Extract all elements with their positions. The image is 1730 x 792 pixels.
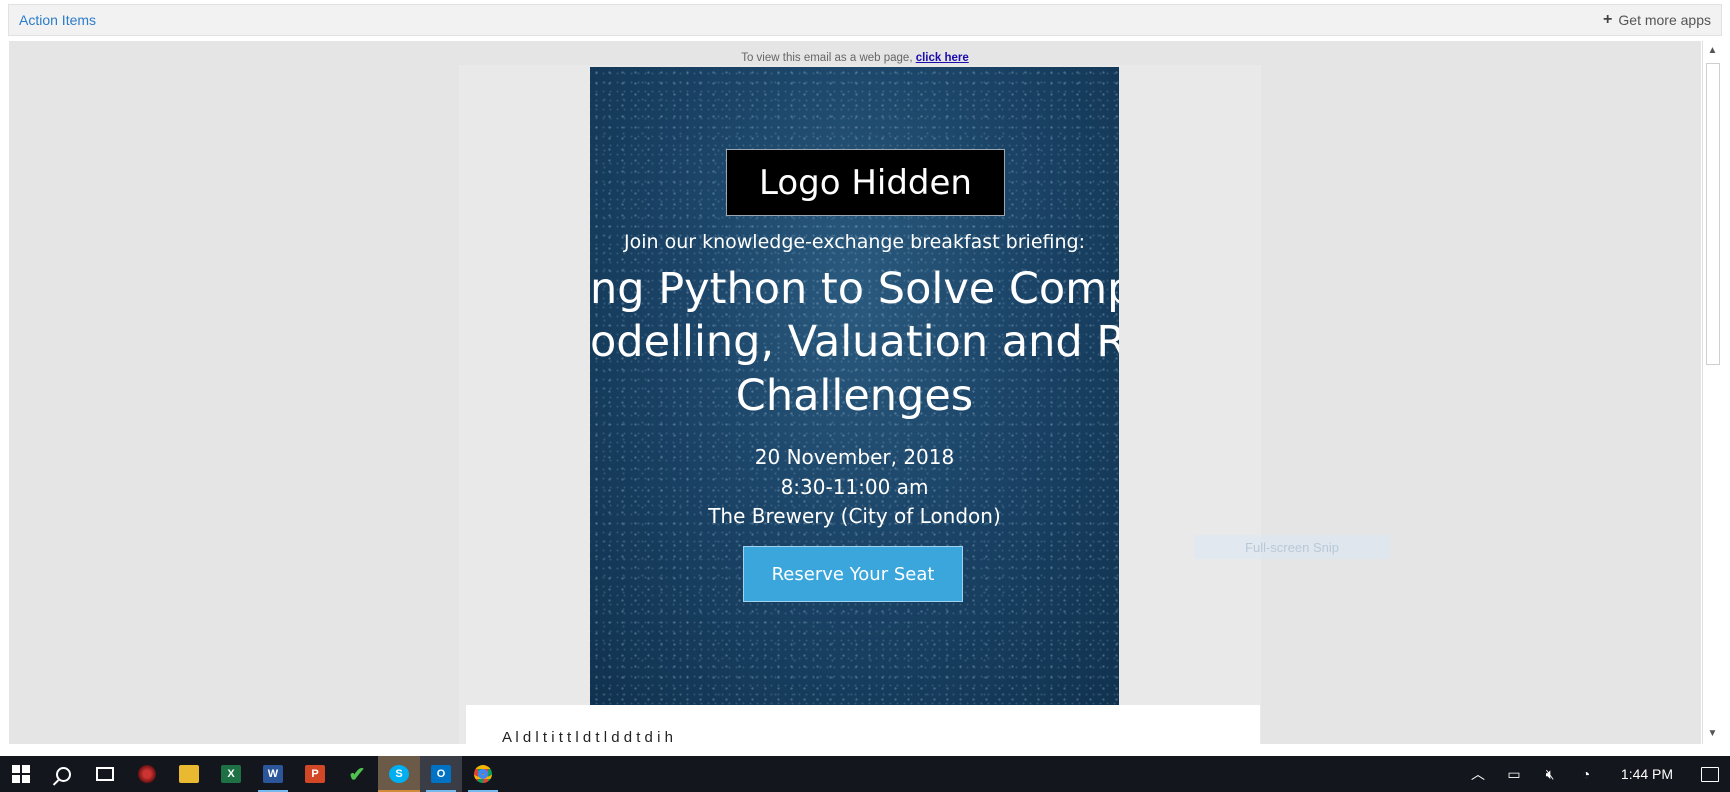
event-date: 20 November, 2018 [754,445,955,469]
taskbar-excel[interactable]: X [210,756,252,792]
email-body: A l d l t i t t l d t l d d t d i h [466,705,1260,744]
task-view-button[interactable] [84,756,126,792]
word-icon: W [263,765,283,783]
hero-banner: Logo Hidden Join our knowledge-exchange … [590,67,1119,707]
outlook-icon: O [431,765,451,783]
page-title[interactable]: Action Items [19,12,96,28]
checkmark-icon: ✔ [348,763,366,786]
show-hidden-icons-chevron-icon[interactable]: ︿ [1460,764,1496,784]
notification-icon [1701,766,1719,782]
taskbar-word[interactable]: W [252,756,294,792]
folder-icon [179,765,199,783]
headline-line-1: ng Python to Solve Comp [590,264,1119,314]
scroll-up-arrow-icon[interactable]: ▲ [1703,43,1722,59]
taskbar-outlook[interactable]: O [420,756,462,792]
search-icon [55,766,71,782]
taskbar-tasks[interactable]: ✔ [336,756,378,792]
event-time: 8:30-11:00 am [780,475,929,499]
headline-line-2: odelling, Valuation and Ri [590,317,1119,367]
webview-text: To view this email as a web page, [741,52,913,64]
logo-placeholder: Logo Hidden [726,149,1005,216]
snip-tooltip: Full-screen Snip [1194,535,1390,559]
app-header: Action Items + Get more apps [8,4,1722,36]
windows-taskbar: X W P ✔ S O ︿ ▭ 🔇︎ ◔ 1:44 PM [0,756,1730,792]
system-tray: ︿ ▭ 🔇︎ ◔ 1:44 PM [1460,756,1730,792]
taskbar-app-red[interactable] [126,756,168,792]
email-reading-pane: To view this email as a web page, click … [9,41,1701,744]
skype-icon: S [389,765,409,783]
event-intro: Join our knowledge-exchange breakfast br… [623,231,1085,253]
excel-icon: X [221,765,241,783]
event-venue: The Brewery (City of London) [708,504,1001,528]
scroll-down-arrow-icon[interactable]: ▼ [1703,726,1722,742]
taskbar-file-explorer[interactable] [168,756,210,792]
chrome-icon [474,765,492,783]
action-center-button[interactable] [1690,756,1730,792]
powerpoint-icon: P [305,765,325,783]
battery-icon[interactable]: ▭ [1496,766,1532,783]
taskbar-clock[interactable]: 1:44 PM [1604,766,1690,782]
headline-line-3: Challenges [735,371,974,421]
search-button[interactable] [42,756,84,792]
body-text-cut: A l d l t i t t l d t l d d t d i h [502,729,673,743]
plus-icon: + [1603,11,1613,28]
taskbar-skype[interactable]: S [378,756,420,792]
red-app-icon [138,765,156,783]
vertical-scrollbar[interactable]: ▲ ▼ [1702,41,1722,744]
task-view-icon [96,767,114,781]
taskbar-chrome[interactable] [462,756,504,792]
scroll-thumb[interactable] [1706,63,1720,365]
start-button[interactable] [0,756,42,792]
taskbar-powerpoint[interactable]: P [294,756,336,792]
get-more-apps-button[interactable]: + Get more apps [1603,11,1711,29]
reserve-seat-button[interactable]: Reserve Your Seat [743,546,963,602]
volume-muted-icon[interactable]: 🔇︎ [1532,766,1568,783]
wifi-icon[interactable]: ◔ [1568,766,1604,782]
windows-logo-icon [12,765,30,783]
webview-link[interactable]: click here [916,52,969,64]
webview-notice: To view this email as a web page, click … [9,52,1701,64]
get-more-apps-label: Get more apps [1618,12,1711,28]
